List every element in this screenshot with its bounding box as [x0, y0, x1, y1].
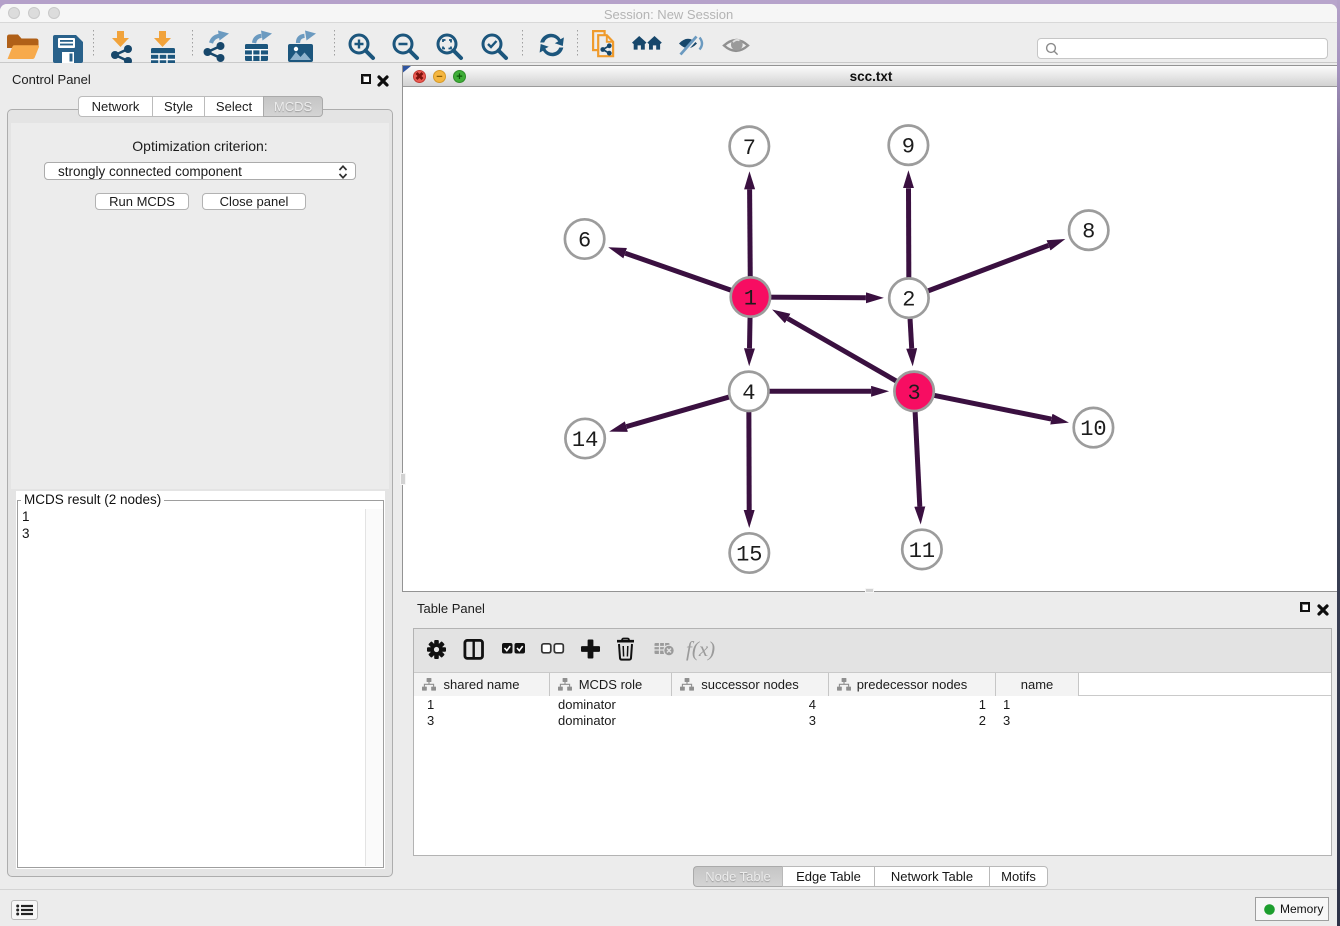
svg-text:14: 14 — [572, 428, 598, 453]
svg-text:10: 10 — [1080, 417, 1106, 442]
svg-text:15: 15 — [736, 543, 762, 568]
svg-text:4: 4 — [742, 381, 755, 406]
svg-text:7: 7 — [743, 136, 756, 161]
svg-text:9: 9 — [902, 135, 915, 160]
svg-text:11: 11 — [909, 539, 935, 564]
svg-text:3: 3 — [907, 381, 920, 406]
svg-text:f(x): f(x) — [686, 637, 715, 661]
svg-text:6: 6 — [578, 229, 591, 254]
svg-text:2: 2 — [902, 288, 915, 313]
svg-text:1: 1 — [744, 287, 757, 312]
svg-text:8: 8 — [1082, 220, 1095, 245]
